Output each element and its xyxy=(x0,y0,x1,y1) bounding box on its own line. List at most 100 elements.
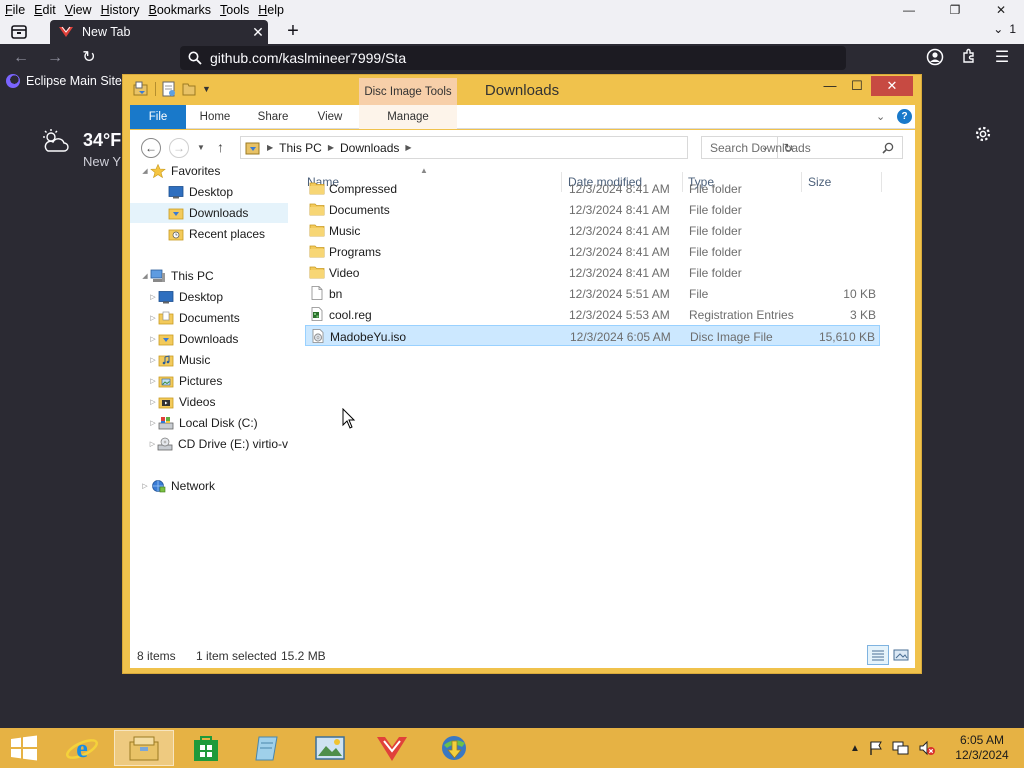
new-tab-button[interactable]: + xyxy=(282,20,304,44)
url-bar[interactable]: github.com/kaslmineer7999/Sta xyxy=(180,46,846,70)
breadcrumb-separator-icon[interactable]: ▶ xyxy=(405,143,411,152)
expand-arrow-icon[interactable]: ▷ xyxy=(148,440,157,448)
nav-this-pc-pictures[interactable]: ▷ Pictures xyxy=(130,371,288,391)
ribbon-expand-chevron-icon[interactable]: ⌄ xyxy=(876,110,885,123)
restore-button[interactable]: ❐ xyxy=(932,0,978,20)
back-arrow-button[interactable]: ← xyxy=(141,138,161,158)
mouse-pointer-icon xyxy=(342,408,356,429)
expand-arrow-icon[interactable]: ◢ xyxy=(140,272,150,280)
breadcrumb-downloads[interactable]: Downloads xyxy=(334,141,405,155)
action-center-flag-icon[interactable] xyxy=(868,740,884,756)
menu-bookmarks[interactable]: Bookmarks xyxy=(144,3,216,17)
list-all-tabs-button[interactable]: ⌄ 1 xyxy=(993,22,1016,36)
nav-favorite-recent-places[interactable]: Recent places xyxy=(130,224,288,244)
forward-arrow-button[interactable]: → xyxy=(169,138,189,158)
extensions-icon[interactable] xyxy=(958,48,980,68)
expand-arrow-icon[interactable]: ▷ xyxy=(148,335,158,343)
nav-favorite-downloads[interactable]: Downloads xyxy=(130,203,288,223)
explorer-minimize-button[interactable]: — xyxy=(816,76,844,96)
file-row[interactable]: Video 12/3/2024 8:41 AM File folder xyxy=(305,262,880,283)
explorer-close-button[interactable]: ✕ xyxy=(871,76,913,96)
nav-network[interactable]: ▷ Network xyxy=(130,476,288,496)
back-button[interactable]: ← xyxy=(10,48,32,68)
expand-arrow-icon[interactable]: ▷ xyxy=(140,482,150,490)
tab-home[interactable]: Home xyxy=(193,105,237,129)
minimize-button[interactable]: — xyxy=(886,0,932,20)
expand-arrow-icon[interactable]: ▷ xyxy=(148,377,158,385)
file-date-modified: 12/3/2024 6:05 AM xyxy=(570,330,671,344)
taskbar-image-viewer[interactable] xyxy=(300,730,360,766)
nav-this-pc-downloads[interactable]: ▷ Downloads xyxy=(130,329,288,349)
volume-muted-icon[interactable] xyxy=(918,740,936,756)
settings-gear-icon[interactable] xyxy=(974,125,992,143)
menu-help[interactable]: Help xyxy=(253,3,288,17)
tab-share[interactable]: Share xyxy=(251,105,295,129)
taskbar-store[interactable] xyxy=(176,730,236,766)
nav-this-pc-videos[interactable]: ▷ Videos xyxy=(130,392,288,412)
weather-location: New Y xyxy=(83,154,122,169)
taskbar-browser[interactable] xyxy=(362,730,422,766)
expand-arrow-icon[interactable]: ▷ xyxy=(148,293,158,301)
nav-this-pc[interactable]: ◢ This PC xyxy=(130,266,288,286)
file-row[interactable]: MadobeYu.iso 12/3/2024 6:05 AM Disc Image … xyxy=(305,325,880,346)
large-icons-view-button[interactable] xyxy=(891,645,911,665)
details-view-button[interactable] xyxy=(867,645,889,665)
file-row[interactable]: Music 12/3/2024 8:41 AM File folder xyxy=(305,220,880,241)
menu-view[interactable]: View xyxy=(60,3,96,17)
tab-file[interactable]: File xyxy=(130,105,186,129)
expand-arrow-icon[interactable]: ◢ xyxy=(140,167,150,175)
app-menu-icon[interactable]: ☰ xyxy=(991,48,1013,68)
taskbar-notepad[interactable] xyxy=(238,730,298,766)
start-button[interactable] xyxy=(0,730,48,766)
menu-edit[interactable]: Edit xyxy=(29,3,60,17)
reload-button[interactable]: ↻ xyxy=(78,48,100,68)
file-row[interactable]: cool.reg 12/3/2024 5:53 AM Registration En… xyxy=(305,304,880,325)
forward-button[interactable]: → xyxy=(44,48,66,68)
weather-widget[interactable]: 34°F New Y xyxy=(40,128,121,169)
tab-view[interactable]: View xyxy=(308,105,352,129)
tab-list-button[interactable] xyxy=(8,23,30,41)
expand-arrow-icon[interactable]: ▷ xyxy=(148,398,158,406)
file-row[interactable]: Compressed 12/3/2024 8:41 AM File folder xyxy=(305,178,880,199)
nav-local-disk-c[interactable]: ▷ Local Disk (C:) xyxy=(130,413,288,433)
nav-this-pc-documents[interactable]: ▷ Documents xyxy=(130,308,288,328)
taskbar-internet-explorer[interactable]: e xyxy=(52,730,112,766)
menu-file[interactable]: File xyxy=(0,3,29,17)
search-downloads-input[interactable]: Search Downloads xyxy=(701,136,903,159)
nav-favorites[interactable]: ◢ Favorites xyxy=(130,164,288,181)
close-button[interactable]: ✕ xyxy=(978,0,1024,20)
menu-history[interactable]: History xyxy=(96,3,144,17)
expand-arrow-icon[interactable]: ▷ xyxy=(148,356,158,364)
menu-tools[interactable]: Tools xyxy=(215,3,253,17)
clock-time: 6:05 AM xyxy=(959,733,1005,747)
bookmark-eclipse-main-site[interactable]: Eclipse Main Site xyxy=(6,74,122,88)
account-icon[interactable] xyxy=(924,48,946,68)
help-icon[interactable]: ? xyxy=(897,109,912,124)
expand-arrow-icon[interactable]: ▷ xyxy=(148,419,158,427)
system-clock[interactable]: 6:05 AM 12/3/2024 xyxy=(950,733,1014,763)
address-bar[interactable]: ▶ This PC ▶ Downloads ▶ ⌄ ↻ xyxy=(240,136,794,159)
expand-arrow-icon[interactable]: ▷ xyxy=(148,314,158,322)
breadcrumb-this-pc[interactable]: This PC xyxy=(273,141,328,155)
file-row[interactable]: Programs 12/3/2024 8:41 AM File folder xyxy=(305,241,880,262)
nav-cd-drive-e[interactable]: ▷ CD Drive (E:) virtio-v xyxy=(130,434,288,454)
nav-favorite-desktop[interactable]: Desktop xyxy=(130,182,288,202)
network-icon[interactable] xyxy=(892,740,910,756)
column-divider[interactable] xyxy=(881,172,882,192)
tab-manage[interactable]: Manage xyxy=(359,105,457,129)
close-tab-icon[interactable]: ✕ xyxy=(248,24,268,41)
taskbar-download-manager[interactable] xyxy=(424,730,484,766)
up-arrow-button[interactable]: ↑ xyxy=(217,139,224,155)
tab-new-tab[interactable]: New Tab ✕ xyxy=(50,20,268,44)
file-row[interactable]: bn 12/3/2024 5:51 AM File 10 KB xyxy=(305,283,880,304)
taskbar-file-explorer[interactable] xyxy=(114,730,174,766)
file-row[interactable]: Documents 12/3/2024 8:41 AM File folder xyxy=(305,199,880,220)
nav-this-pc-desktop[interactable]: ▷ Desktop xyxy=(130,287,288,307)
eclipse-logo-icon xyxy=(6,74,20,88)
recent-locations-chevron-icon[interactable]: ▼ xyxy=(197,143,205,152)
navigation-pane: ◢ Favorites Desktop Downloads Recent places ◢… xyxy=(130,164,290,642)
nav-this-pc-music[interactable]: ▷ Music xyxy=(130,350,288,370)
explorer-maximize-button[interactable]: ☐ xyxy=(843,76,871,96)
cd-drive-icon xyxy=(157,437,173,451)
show-hidden-icons-chevron-icon[interactable]: ▲ xyxy=(850,743,860,754)
